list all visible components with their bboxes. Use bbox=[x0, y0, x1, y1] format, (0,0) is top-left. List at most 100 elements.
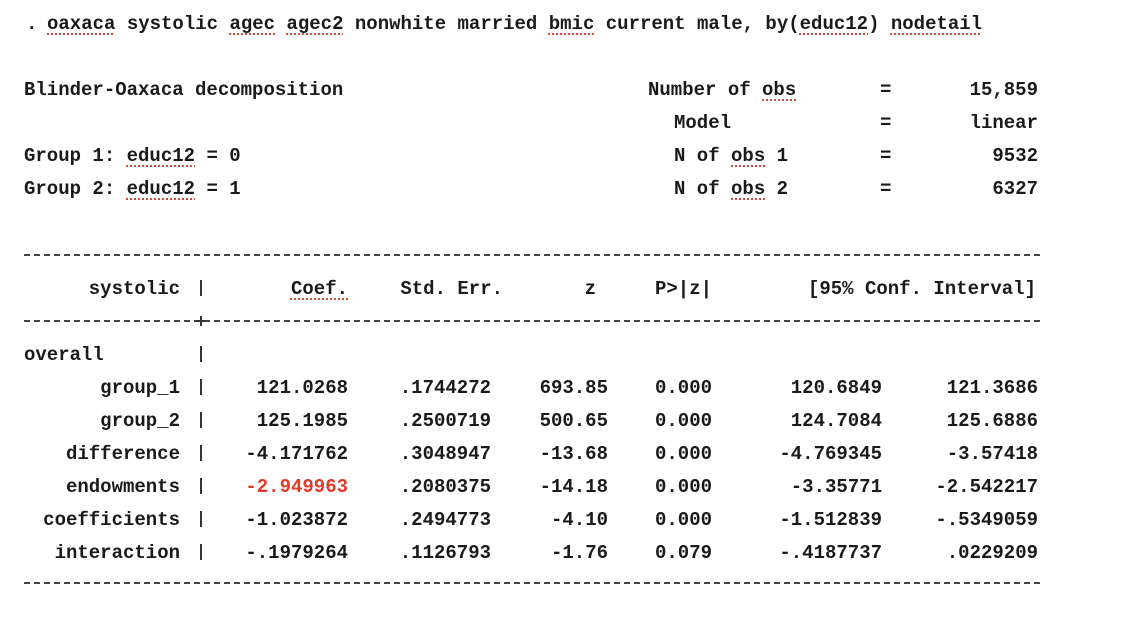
ci-upper-cell: -2.542217 bbox=[935, 476, 1038, 498]
se-cell: .1126793 bbox=[399, 542, 491, 564]
stat-label-part: N of bbox=[674, 178, 732, 200]
se-cell: .2494773 bbox=[399, 509, 491, 531]
z-cell: 500.65 bbox=[539, 410, 608, 432]
command-token: oaxaca bbox=[47, 13, 116, 35]
table-top-rule bbox=[24, 254, 1040, 256]
table-bottom-rule bbox=[24, 582, 1040, 584]
row-label: group_1 bbox=[100, 377, 180, 399]
se-header: Std. Err. bbox=[400, 278, 503, 300]
coef-cell: -.1979264 bbox=[245, 542, 348, 564]
section-label: overall bbox=[24, 344, 104, 366]
command-token: bmic bbox=[548, 13, 595, 35]
group-1-variable: educ12 bbox=[126, 145, 196, 167]
p-cell: 0.000 bbox=[654, 377, 712, 399]
se-cell: .1744272 bbox=[399, 377, 491, 399]
ci-header: [95% Conf. Interval] bbox=[807, 278, 1036, 300]
command-token: male, bbox=[697, 13, 755, 35]
coef-cell: 125.1985 bbox=[256, 410, 348, 432]
group-2-prefix: Group 2: bbox=[24, 178, 127, 200]
z-cell: -1.76 bbox=[550, 542, 608, 564]
ci-upper-cell: -3.57418 bbox=[946, 443, 1038, 465]
group-1-definition: Group 1: educ12 = 0 bbox=[24, 147, 241, 166]
row-label: difference bbox=[65, 443, 180, 465]
p-cell: 0.000 bbox=[654, 443, 712, 465]
coef-cell: -2.949963 bbox=[245, 476, 348, 498]
command-token: by( bbox=[765, 13, 800, 35]
stat-equals: = bbox=[880, 112, 892, 134]
stat-equals: = bbox=[880, 145, 892, 167]
command-token: systolic bbox=[126, 13, 219, 35]
coef-header-label: Coef. bbox=[290, 278, 348, 300]
stat-value: linear bbox=[969, 112, 1038, 134]
stat-label-part: 2 bbox=[765, 178, 789, 200]
z-cell: -14.18 bbox=[539, 476, 608, 498]
output-title: Blinder-Oaxaca decomposition bbox=[24, 79, 344, 101]
z-header: z bbox=[584, 278, 596, 300]
command-token: nodetail bbox=[890, 13, 983, 35]
column-separator bbox=[200, 379, 202, 395]
stat-equals: = bbox=[880, 79, 892, 101]
stat-label-part: N of bbox=[674, 145, 732, 167]
command-token: educ12 bbox=[799, 13, 869, 35]
se-cell: .2500719 bbox=[399, 410, 491, 432]
ci-upper-cell: -.5349059 bbox=[935, 509, 1038, 531]
ci-lower-cell: -.4187737 bbox=[779, 542, 882, 564]
rule-junction bbox=[196, 316, 206, 326]
stat-label-part: Model bbox=[674, 112, 732, 134]
command-token: nonwhite bbox=[354, 13, 447, 35]
p-cell: 0.079 bbox=[654, 542, 712, 564]
group-2-definition: Group 2: educ12 = 1 bbox=[24, 180, 241, 199]
group-1-suffix: = 0 bbox=[195, 145, 241, 167]
ci-lower-cell: 120.6849 bbox=[790, 377, 882, 399]
column-separator bbox=[200, 445, 202, 461]
coef-cell: -4.171762 bbox=[245, 443, 348, 465]
stat-label: Model bbox=[674, 114, 731, 133]
ci-upper-cell: .0229209 bbox=[946, 542, 1038, 564]
p-cell: 0.000 bbox=[654, 410, 712, 432]
command-prompt: . bbox=[26, 13, 38, 35]
z-cell: 693.85 bbox=[539, 377, 608, 399]
group-2-suffix: = 1 bbox=[195, 178, 241, 200]
se-cell: .3048947 bbox=[399, 443, 491, 465]
ci-lower-cell: 124.7084 bbox=[790, 410, 882, 432]
ci-upper-cell: 125.6886 bbox=[946, 410, 1038, 432]
coef-cell: 121.0268 bbox=[256, 377, 348, 399]
row-label: interaction bbox=[54, 542, 180, 564]
se-cell: .2080375 bbox=[399, 476, 491, 498]
column-separator bbox=[200, 544, 202, 560]
command-token: ) bbox=[868, 13, 880, 35]
stat-label-part: Number of bbox=[648, 79, 763, 101]
stat-label: Number of obs bbox=[648, 81, 796, 100]
coef-header: Coef. bbox=[220, 280, 348, 299]
ci-lower-cell: -1.512839 bbox=[779, 509, 882, 531]
row-label: endowments bbox=[65, 476, 180, 498]
p-cell: 0.000 bbox=[654, 509, 712, 531]
column-separator bbox=[200, 346, 202, 362]
stat-label-part: obs bbox=[731, 178, 766, 200]
command-line: oaxaca systolic agec agec2 nonwhite marr… bbox=[47, 15, 982, 34]
ci-upper-cell: 121.3686 bbox=[946, 377, 1038, 399]
column-separator bbox=[200, 511, 202, 527]
row-label: group_2 bbox=[100, 410, 180, 432]
row-label: coefficients bbox=[43, 509, 180, 531]
stat-value: 6327 bbox=[992, 178, 1038, 200]
stat-label: N of obs 1 bbox=[674, 147, 788, 166]
stat-label-part: obs bbox=[731, 145, 766, 167]
command-token: agec bbox=[229, 13, 276, 35]
column-separator bbox=[200, 412, 202, 428]
column-separator bbox=[200, 280, 202, 296]
stat-value: 9532 bbox=[992, 145, 1038, 167]
p-cell: 0.000 bbox=[654, 476, 712, 498]
depvar-header: systolic bbox=[88, 278, 180, 300]
group-2-variable: educ12 bbox=[126, 178, 196, 200]
table-header-rule bbox=[24, 320, 1040, 322]
group-1-prefix: Group 1: bbox=[24, 145, 127, 167]
stat-label: N of obs 2 bbox=[674, 180, 788, 199]
stat-label-part: obs bbox=[762, 79, 797, 101]
stat-label-part: 1 bbox=[765, 145, 789, 167]
command-token: married bbox=[457, 13, 538, 35]
coef-cell: -1.023872 bbox=[245, 509, 348, 531]
p-header: P>|z| bbox=[654, 278, 712, 300]
command-token: current bbox=[605, 13, 686, 35]
ci-lower-cell: -3.35771 bbox=[790, 476, 882, 498]
